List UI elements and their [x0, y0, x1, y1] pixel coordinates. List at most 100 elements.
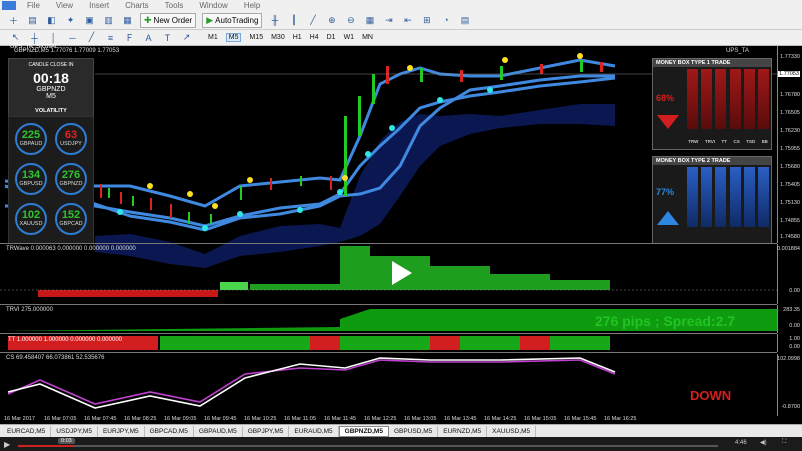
tab-eurnzd[interactable]: EURNZD,M5 — [438, 425, 488, 437]
templates-icon[interactable]: ▤ — [458, 14, 471, 27]
volatility-item: 276 GBPNZD — [55, 163, 87, 195]
zoom-in-icon[interactable]: ⊕ — [325, 14, 338, 27]
menu-insert[interactable]: Insert — [89, 1, 109, 10]
arrows-icon[interactable]: ↗ — [180, 31, 193, 44]
menu-window[interactable]: Window — [199, 1, 227, 10]
cursor-icon[interactable]: ↖ — [9, 31, 22, 44]
price-tick: 1.75130 — [780, 200, 800, 206]
strategy-tester-icon[interactable]: ▦ — [121, 14, 134, 27]
text-icon[interactable]: A — [142, 31, 155, 44]
zoom-out-icon[interactable]: ⊖ — [344, 14, 357, 27]
tab-usdjpy[interactable]: USDJPY,M5 — [51, 425, 98, 437]
horizontal-line-icon[interactable]: ─ — [66, 31, 79, 44]
time-tick: 16 Mar 2017 — [4, 416, 35, 422]
scale-tick: 283.35 — [783, 307, 800, 313]
menu-file[interactable]: File — [27, 1, 40, 10]
time-tick: 16 Mar 10:25 — [244, 416, 277, 422]
tab-euraud[interactable]: EURAUD,M5 — [289, 425, 339, 437]
volatility-value: 102 — [21, 209, 41, 221]
menu-view[interactable]: View — [56, 1, 73, 10]
scale-tick: -0.8700 — [781, 404, 800, 410]
price-tick: 1.74580 — [780, 234, 800, 240]
menu-charts[interactable]: Charts — [125, 1, 149, 10]
time-tick: 16 Mar 15:05 — [524, 416, 557, 422]
time-tick: 16 Mar 11:05 — [284, 416, 317, 422]
tab-gbpcad[interactable]: GBPCAD,M5 — [145, 425, 194, 437]
price-tick: 1.76780 — [780, 92, 800, 98]
timeframe-m15[interactable]: M15 — [249, 34, 263, 41]
money-box-1-labels: TRW TRVI TT CS TSD BB — [685, 139, 771, 144]
play-overlay-icon[interactable] — [378, 253, 422, 293]
tab-xauusd[interactable]: XAUUSD,M5 — [487, 425, 537, 437]
new-order-button[interactable]: ✚ New Order — [140, 12, 197, 28]
profiles-icon[interactable]: ▤ — [26, 14, 39, 27]
autotrading-button[interactable]: ▶ AutoTrading — [202, 12, 263, 28]
time-tick: 16 Mar 07:05 — [44, 416, 77, 422]
trvi-scale: 283.35 0.00 — [777, 305, 802, 333]
volatility-pair: USDJPY — [60, 141, 82, 147]
timeframe-h1[interactable]: H1 — [293, 34, 302, 41]
timeframe-m5[interactable]: M5 — [225, 33, 242, 42]
label-icon[interactable]: T — [161, 31, 174, 44]
pips-spread-text: 276 pips ; Spread:2.7 — [595, 313, 736, 329]
play-icon[interactable]: ▶ — [4, 440, 10, 449]
chart-window[interactable]: GBPNZD,M5 1.77076 1.77009 1.77053 UPS_TA… — [0, 44, 802, 424]
duration: 4:46 — [735, 440, 747, 446]
bar — [700, 167, 712, 227]
time-tick: 16 Mar 13:05 — [404, 416, 437, 422]
time-tick: 16 Mar 12:25 — [364, 416, 397, 422]
tile-windows-icon[interactable]: ▦ — [363, 14, 376, 27]
bar-label: TRW — [688, 139, 699, 144]
tab-gbpnzd[interactable]: GBPNZD,M5 — [338, 425, 389, 437]
volatility-value: 276 — [61, 169, 81, 181]
timeframe-m1[interactable]: M1 — [208, 34, 218, 41]
market-watch-icon[interactable]: ◧ — [45, 14, 58, 27]
volatility-item: 134 GBPUSD — [15, 163, 47, 195]
volatility-pair: XAUUSD — [19, 221, 43, 227]
volume-icon[interactable]: ◀) — [760, 439, 767, 446]
autoscroll-icon[interactable]: ⇥ — [382, 14, 395, 27]
candlestick-icon[interactable]: ┃ — [287, 14, 300, 27]
terminal-icon[interactable]: ▥ — [102, 14, 115, 27]
bar — [700, 69, 712, 129]
tab-gbpusd[interactable]: GBPUSD,M5 — [389, 425, 439, 437]
progress-track[interactable] — [18, 445, 718, 447]
tab-gbpaud[interactable]: GBPAUD,M5 — [194, 425, 243, 437]
fullscreen-icon[interactable]: ⛶ — [782, 439, 786, 446]
channel-icon[interactable]: ≡ — [104, 31, 117, 44]
menu-help[interactable]: Help — [244, 1, 260, 10]
chart-shift-icon[interactable]: ⇤ — [401, 14, 414, 27]
data-window-icon[interactable]: ✦ — [64, 14, 77, 27]
vertical-line-icon[interactable]: │ — [47, 31, 60, 44]
volatility-panel: 225 GBPAUD 63 USDJPY 134 GBPUSD 276 GBPNZD 1… — [8, 116, 94, 244]
periods-icon[interactable]: ◔ — [439, 14, 452, 27]
line-chart-icon[interactable]: ╱ — [306, 14, 319, 27]
menu-bar: File View Insert Charts Tools Window Hel… — [0, 0, 802, 11]
price-tick: 1.76230 — [780, 128, 800, 134]
bar-label: TSD — [746, 139, 756, 144]
new-chart-icon[interactable]: ＋ — [7, 14, 20, 27]
trendline-icon[interactable]: ╱ — [85, 31, 98, 44]
money-box-2-percent: 77% — [656, 187, 675, 197]
timeframe-m30[interactable]: M30 — [271, 34, 285, 41]
timeframe-w1[interactable]: W1 — [344, 34, 355, 41]
tab-gbpjpy[interactable]: GBPJPY,M5 — [243, 425, 290, 437]
timeframe-d1[interactable]: D1 — [327, 34, 336, 41]
fibonacci-icon[interactable]: Ｆ — [123, 31, 136, 44]
tab-eurjpy[interactable]: EURJPY,M5 — [98, 425, 145, 437]
volatility-pair: GBPAUD — [19, 141, 43, 147]
volatility-value: 225 — [21, 129, 41, 141]
indicators-icon[interactable]: ⊞ — [420, 14, 433, 27]
timeframe-h4[interactable]: H4 — [310, 34, 319, 41]
tab-eurcad[interactable]: EURCAD,M5 — [2, 425, 52, 437]
timeframe-mn[interactable]: MN — [362, 34, 373, 41]
money-box-2-title: MONEY BOX TYPE 2 TRADE — [653, 157, 771, 165]
down-arrow-icon — [657, 115, 679, 129]
menu-tools[interactable]: Tools — [165, 1, 184, 10]
video-player-bar: ▶ 0:03 4:46 ◀) ⛶ — [0, 437, 802, 451]
money-box-2: MONEY BOX TYPE 2 TRADE 77% — [652, 156, 772, 244]
crosshair-icon[interactable]: ┼ — [28, 31, 41, 44]
navigator-icon[interactable]: ▣ — [83, 14, 96, 27]
money-box-1-percent: 68% — [656, 93, 675, 103]
bar-chart-icon[interactable]: ╫ — [268, 14, 281, 27]
